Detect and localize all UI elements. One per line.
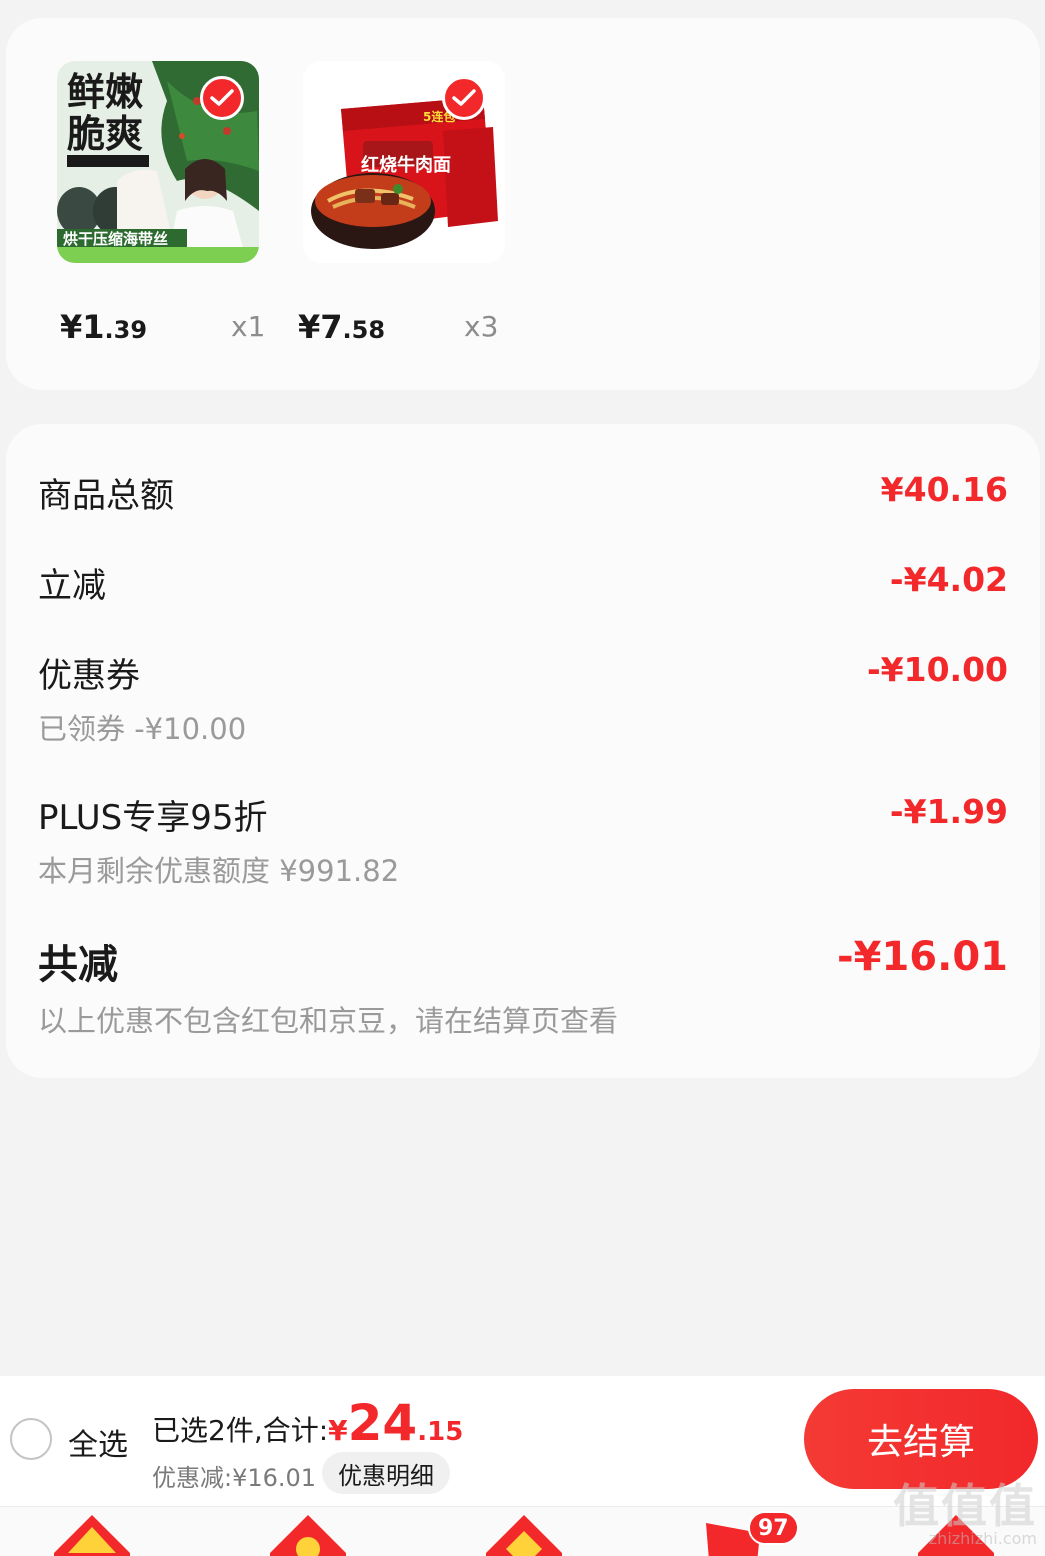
kelp-image-headline-2: 脆爽 [67, 112, 143, 156]
coupon-claimed-text: 已领券 -¥10.00 [38, 712, 247, 746]
select-all-label[interactable]: 全选 [68, 1420, 128, 1464]
price-currency: ¥ [298, 308, 321, 346]
plus-discount-value: -¥1.99 [889, 792, 1008, 831]
plus-remaining-quota: 本月剩余优惠额度 ¥991.82 [38, 854, 400, 888]
noodles-image-title: 红烧牛肉面 [361, 154, 451, 176]
coupon-value: -¥10.00 [866, 650, 1008, 689]
kelp-image-headline-1: 鲜嫩 [67, 70, 143, 114]
cart-count-badge: 97 [748, 1511, 799, 1545]
cart-items-card: 鲜嫩 脆爽 烘干压缩海带丝 ¥1.39 x1 红烧牛肉面 5连包 ¥7.58 x… [6, 18, 1040, 390]
recommend-icon[interactable] [268, 1513, 348, 1556]
price-currency: ¥ [60, 308, 83, 346]
price-integer: 7 [320, 308, 343, 346]
checkout-button[interactable]: 去结算 [804, 1389, 1038, 1489]
item-quantity-kelp: x1 [231, 310, 266, 343]
discount-amount-text: 优惠减:¥16.01 [152, 1464, 317, 1492]
home-icon[interactable] [52, 1513, 132, 1556]
goods-total-label: 商品总额 [38, 476, 174, 516]
bottom-tab-bar: 97 [0, 1506, 1045, 1556]
selected-count-label: 已选2件,合计: [152, 1414, 329, 1447]
cart-item-noodles[interactable]: 红烧牛肉面 5连包 ¥7.58 x3 [276, 18, 546, 390]
instant-discount-label: 立减 [38, 566, 106, 606]
plus-discount-label: PLUS专享95折 [38, 798, 268, 838]
total-discount-value: -¥16.01 [837, 934, 1008, 980]
kelp-image-banner: 烘干压缩海带丝 [63, 230, 168, 248]
price-decimal: .39 [104, 316, 148, 344]
goods-total-value: ¥40.16 [880, 470, 1008, 509]
selected-check-icon[interactable] [442, 76, 486, 120]
price-decimal: .58 [342, 316, 386, 344]
total-decimal: .15 [417, 1417, 464, 1447]
selected-check-icon[interactable] [200, 76, 244, 120]
total-integer: 24 [347, 1394, 418, 1452]
profile-icon[interactable] [916, 1513, 996, 1556]
total-discount-note: 以上优惠不包含红包和京豆，请在结算页查看 [38, 1004, 619, 1038]
checkout-bar: 全选 已选2件,合计:¥24.15 优惠减:¥16.01 优惠明细 去结算 [0, 1376, 1045, 1506]
total-discount-label: 共减 [38, 942, 118, 988]
discount-summary-card: 商品总额 ¥40.16 立减 -¥4.02 优惠券 -¥10.00 已领券 -¥… [6, 424, 1040, 1078]
total-currency: ¥ [328, 1414, 348, 1447]
select-all-checkbox[interactable] [10, 1418, 52, 1460]
selected-total: 已选2件,合计:¥24.15 [152, 1394, 463, 1452]
category-icon[interactable] [484, 1513, 564, 1556]
cart-item-kelp[interactable]: 鲜嫩 脆爽 烘干压缩海带丝 ¥1.39 x1 [6, 18, 276, 390]
item-price-kelp: ¥1.39 [60, 308, 147, 346]
instant-discount-value: -¥4.02 [889, 560, 1008, 599]
item-price-noodles: ¥7.58 [298, 308, 385, 346]
discount-detail-button[interactable]: 优惠明细 [322, 1452, 450, 1494]
item-quantity-noodles: x3 [464, 310, 499, 343]
coupon-label: 优惠券 [38, 656, 140, 696]
price-integer: 1 [82, 308, 105, 346]
